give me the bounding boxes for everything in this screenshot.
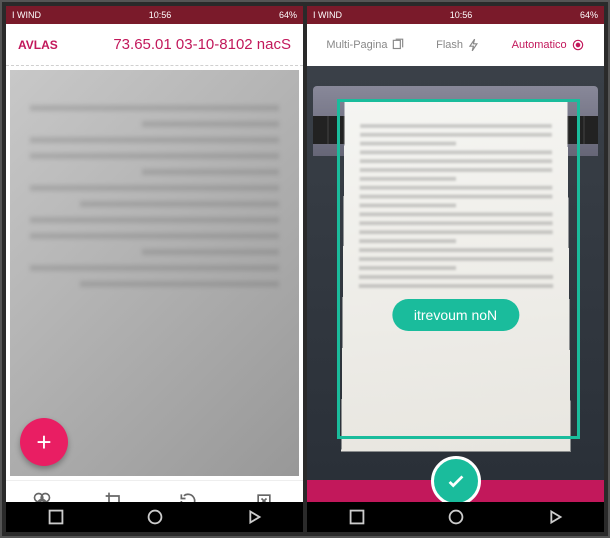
status-battery: 64%: [580, 10, 598, 20]
auto-icon: [571, 38, 585, 52]
recent-apps-button[interactable]: [346, 506, 368, 528]
save-button[interactable]: SALVA: [18, 38, 58, 52]
add-page-button[interactable]: +: [20, 418, 68, 466]
home-button[interactable]: [144, 506, 166, 528]
recent-apps-button[interactable]: [45, 506, 67, 528]
plus-icon: +: [36, 427, 51, 458]
multipage-toggle[interactable]: Multi-Pagina: [326, 38, 405, 52]
status-carrier: I WIND: [12, 10, 41, 20]
detected-document: [341, 100, 570, 452]
capture-header: Multi-Pagina Flash Automatico: [307, 24, 604, 66]
document-title[interactable]: Scan 2018-01-30 10.56.37: [68, 36, 291, 53]
status-bar: 64% 10:56 I WIND: [6, 6, 303, 24]
edit-screen: 64% 10:56 I WIND SALVA Scan 2018-01-30 1…: [6, 6, 303, 532]
back-button[interactable]: [243, 506, 265, 528]
flash-toggle[interactable]: Flash: [436, 38, 481, 52]
multipage-icon: [391, 38, 405, 52]
camera-viewfinder[interactable]: Non muoverti: [307, 66, 604, 480]
status-time: 10:56: [450, 10, 473, 20]
status-time: 10:56: [149, 10, 172, 20]
hold-still-pill: Non muoverti: [392, 299, 519, 331]
capture-button[interactable]: [431, 456, 481, 506]
edit-header: SALVA Scan 2018-01-30 10.56.37: [6, 24, 303, 66]
auto-toggle[interactable]: Automatico: [512, 38, 585, 52]
document-preview[interactable]: +: [10, 70, 299, 476]
home-button[interactable]: [445, 506, 467, 528]
status-battery: 64%: [279, 10, 297, 20]
back-button[interactable]: [544, 506, 566, 528]
status-bar: 64% 10:56 I WIND: [307, 6, 604, 24]
checkmark-icon: [445, 470, 467, 492]
android-navbar: [6, 502, 303, 532]
status-carrier: I WIND: [313, 10, 342, 20]
capture-screen: 64% 10:56 I WIND Multi-Pagina Flash Auto…: [307, 6, 604, 532]
android-navbar: [307, 502, 604, 532]
flash-icon: [467, 38, 481, 52]
